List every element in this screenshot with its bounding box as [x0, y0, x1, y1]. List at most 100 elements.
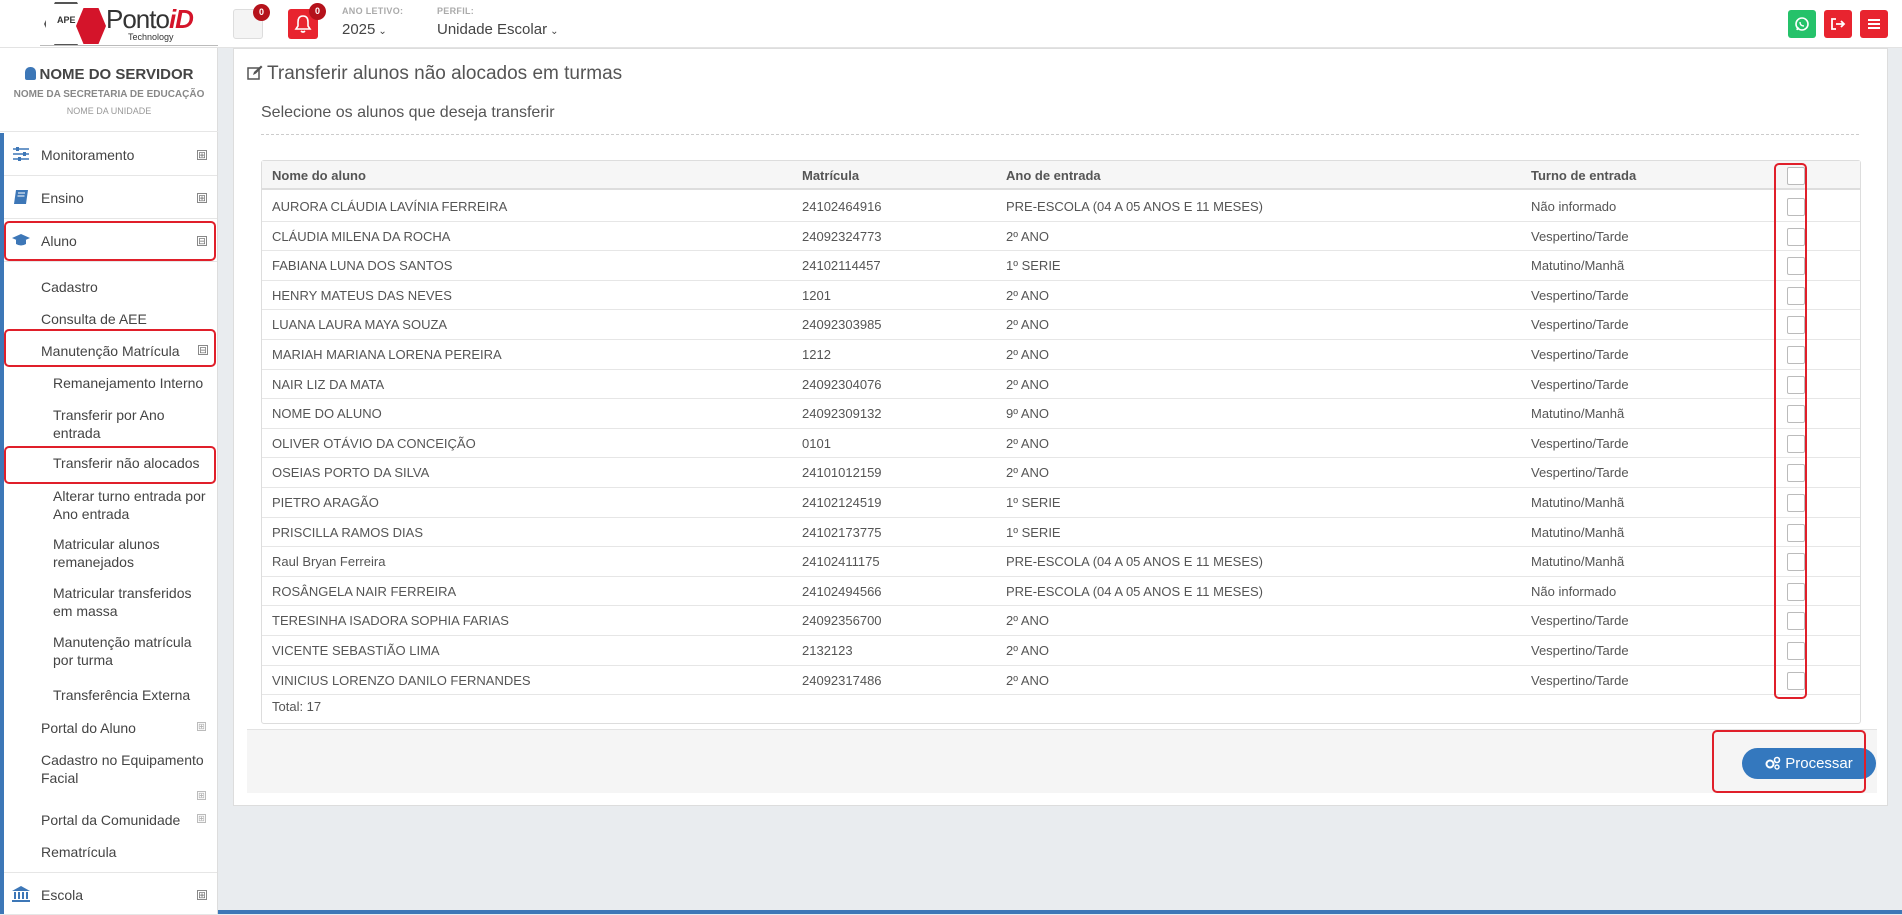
table-row[interactable]: ROSÂNGELA NAIR FERREIRA 24102494566 PRE-ES… [262, 577, 1860, 607]
cell-nome: TERESINHA ISADORA SOPHIA FARIAS [272, 613, 509, 629]
cell-matricula: 1212 [802, 347, 831, 362]
cell-matricula: 2132123 [802, 643, 853, 658]
sidebar-item-cadastro-facial[interactable]: Cadastro no Equipamento Facial [41, 751, 211, 787]
cell-matricula: 1201 [802, 287, 831, 303]
column-turno[interactable]: Turno de entrada [1531, 168, 1636, 183]
cell-turno: Vespertino/Tarde [1531, 317, 1629, 333]
sidebar-item-monitoramento[interactable]: Monitoramento ⊞ [4, 133, 217, 176]
column-nome[interactable]: Nome do aluno [272, 168, 366, 183]
sidebar-label-escola: Escola [41, 887, 84, 903]
perfil-select[interactable]: Unidade Escolar ⌄ [437, 21, 558, 38]
sidebar-item-matricular-transferidos[interactable]: Matricular transferidos em massa [53, 584, 213, 620]
cell-nome: LUANA LAURA MAYA SOUZA [272, 317, 448, 333]
cell-turno: Não informado [1531, 199, 1617, 214]
sidebar-item-remanejamento-interno[interactable]: Remanejamento Interno [53, 374, 213, 392]
table-row[interactable]: VICENTE SEBASTIÃO LIMA 2132123 2º ANO Vespe… [262, 636, 1860, 666]
sidebar-item-alterar-turno[interactable]: Alterar turno entrada por Ano entrada [53, 487, 213, 523]
cell-turno: Matutino/Manhã [1531, 554, 1625, 570]
sidebar-item-manutencao-turma[interactable]: Manutenção matrícula por turma [53, 633, 213, 669]
notifications-badge: 0 [309, 3, 326, 20]
sidebar-item-cadastro[interactable]: Cadastro [41, 278, 98, 296]
table-row[interactable]: CLÁUDIA MILENA DA ROCHA 24092324773 2º ANO… [262, 222, 1860, 252]
table-row[interactable]: AURORA CLÁUDIA LAVÍNIA FERREIRA 241024649… [262, 192, 1860, 222]
cell-nome: VINICIUS LORENZO DANILO FERNANDES [272, 672, 531, 688]
label-line: Transferir por Ano [53, 407, 165, 423]
cell-ano: 2º ANO [1006, 613, 1050, 629]
table-row[interactable]: VINICIUS LORENZO DANILO FERNANDES 2409231… [262, 666, 1860, 696]
table-row[interactable]: HENRY MATEUS DAS NEVES 1201 2º ANO Vesperti… [262, 281, 1860, 311]
ano-letivo-value: 2025 [342, 21, 376, 38]
table-row[interactable]: FABIANA LUNA DOS SANTOS 24102114457 1º SER… [262, 251, 1860, 281]
cell-nome: OSEIAS PORTO DA SILVA [272, 465, 430, 481]
table-header: Nome do aluno Matrícula Ano de entrada T… [262, 161, 1860, 190]
perfil-value: Unidade Escolar [437, 21, 548, 38]
sidebar-item-ensino[interactable]: Ensino ⊞ [4, 176, 217, 219]
main-panel: Transferir alunos não alocados em turmas… [233, 48, 1888, 806]
user-panel: NOME DO SERVIDOR NOME DA SECRETARIA DE E… [0, 48, 218, 132]
secretaria-name: NOME DA SECRETARIA DE EDUCAÇÃO [13, 89, 205, 100]
logout-button[interactable] [1824, 10, 1852, 38]
cell-turno: Vespertino/Tarde [1531, 287, 1629, 303]
table-row[interactable]: OLIVER OTÁVIO DA CONCEIÇÃO 0101 2º ANO Vesp… [262, 429, 1860, 459]
cell-turno: Não informado [1531, 583, 1617, 599]
table-row[interactable]: TERESINHA ISADORA SOPHIA FARIAS 240923567… [262, 606, 1860, 636]
column-ano[interactable]: Ano de entrada [1006, 168, 1101, 183]
sidebar-item-portal-comunidade[interactable]: Portal da Comunidade [41, 811, 180, 829]
table-row[interactable]: Raul Bryan Ferreira 24102411175 PRE-ESCOLA… [262, 547, 1860, 577]
expand-icon: ⊞ [197, 722, 206, 731]
cell-matricula: 24102494566 [802, 583, 882, 599]
sidebar-item-consulta-aee[interactable]: Consulta de AEE [41, 310, 147, 328]
cell-ano: 2º ANO [1006, 643, 1050, 658]
cell-nome: MARIAH MARIANA LORENA PEREIRA [272, 347, 502, 362]
cell-turno: Vespertino/Tarde [1531, 643, 1629, 658]
logo-name-prefix: Ponto [106, 4, 170, 34]
whatsapp-icon [1795, 17, 1809, 31]
table-row[interactable]: MARIAH MARIANA LORENA PEREIRA 1212 2º ANO V… [262, 340, 1860, 370]
table-row[interactable]: OSEIAS PORTO DA SILVA 24101012159 2º ANO Ve… [262, 458, 1860, 488]
pontoid-logo[interactable]: APE PontoiD Technology [40, 0, 218, 46]
sidebar-item-rematricula[interactable]: Rematrícula [41, 843, 116, 861]
messages-button[interactable]: 0 [233, 4, 270, 39]
cell-turno: Vespertino/Tarde [1531, 613, 1629, 629]
cell-turno: Vespertino/Tarde [1531, 347, 1629, 362]
bell-icon [294, 15, 312, 33]
cell-nome: NAIR LIZ DA MATA [272, 376, 385, 392]
unidade-name: NOME DA UNIDADE [66, 106, 152, 116]
cell-nome: PRISCILLA RAMOS DIAS [272, 524, 423, 540]
cell-nome: OLIVER OTÁVIO DA CONCEIÇÃO [272, 435, 476, 451]
table-row[interactable]: PIETRO ARAGÃO 24102124519 1º SERIE Matutino… [262, 488, 1860, 518]
whatsapp-button[interactable] [1788, 10, 1816, 38]
expand-icon: ⊞ [197, 890, 207, 900]
cell-ano: 1º SERIE [1006, 524, 1061, 540]
sidebar-item-matricular-remanejados[interactable]: Matricular alunos remanejados [53, 535, 213, 571]
page-subtitle: Selecione os alunos que deseja transferi… [261, 104, 555, 121]
column-matricula[interactable]: Matrícula [802, 168, 859, 183]
chevron-down-icon: ⌄ [550, 26, 559, 37]
table-row[interactable]: NAIR LIZ DA MATA 24092304076 2º ANO Vespert… [262, 370, 1860, 400]
page-title-text: Transferir alunos não alocados em turmas [267, 63, 623, 84]
label-line: em massa [53, 603, 118, 619]
logo-name-suffix: iD [168, 4, 194, 34]
highlight-process-button [1712, 730, 1866, 793]
expand-icon: ⊞ [197, 193, 207, 203]
sidebar-item-portal-aluno[interactable]: Portal do Aluno [41, 719, 136, 737]
label-line: Ano entrada [53, 506, 130, 522]
label-line: Manutenção matrícula [53, 634, 192, 650]
label-line: Cadastro no Equipamento [41, 752, 204, 768]
book-icon [14, 190, 28, 204]
table-row[interactable]: LUANA LAURA MAYA SOUZA 24092303985 2º ANO V… [262, 310, 1860, 340]
cell-nome: CLÁUDIA MILENA DA ROCHA [272, 228, 451, 244]
ano-letivo-select[interactable]: 2025 ⌄ [342, 21, 387, 38]
table-row[interactable]: NOME DO ALUNO 24092309132 9º ANO Matutino/M… [262, 399, 1860, 429]
sidebar-item-transferencia-externa[interactable]: Transferência Externa [53, 686, 213, 704]
table-row[interactable]: PRISCILLA RAMOS DIAS 24102173775 1º SERIE M… [262, 518, 1860, 548]
cell-ano: 2º ANO [1006, 465, 1050, 481]
logo-wordmark: PontoiD [106, 4, 194, 35]
notifications-button[interactable]: 0 [288, 3, 326, 39]
sidebar-item-transferir-por-ano[interactable]: Transferir por Ano entrada [53, 406, 213, 442]
menu-button[interactable] [1860, 10, 1888, 38]
table-total: Total: 17 [272, 699, 322, 714]
logo-divider [40, 45, 218, 46]
sidebar-item-escola[interactable]: Escola ⊞ [4, 872, 217, 915]
label-line: Matricular alunos [53, 536, 160, 552]
